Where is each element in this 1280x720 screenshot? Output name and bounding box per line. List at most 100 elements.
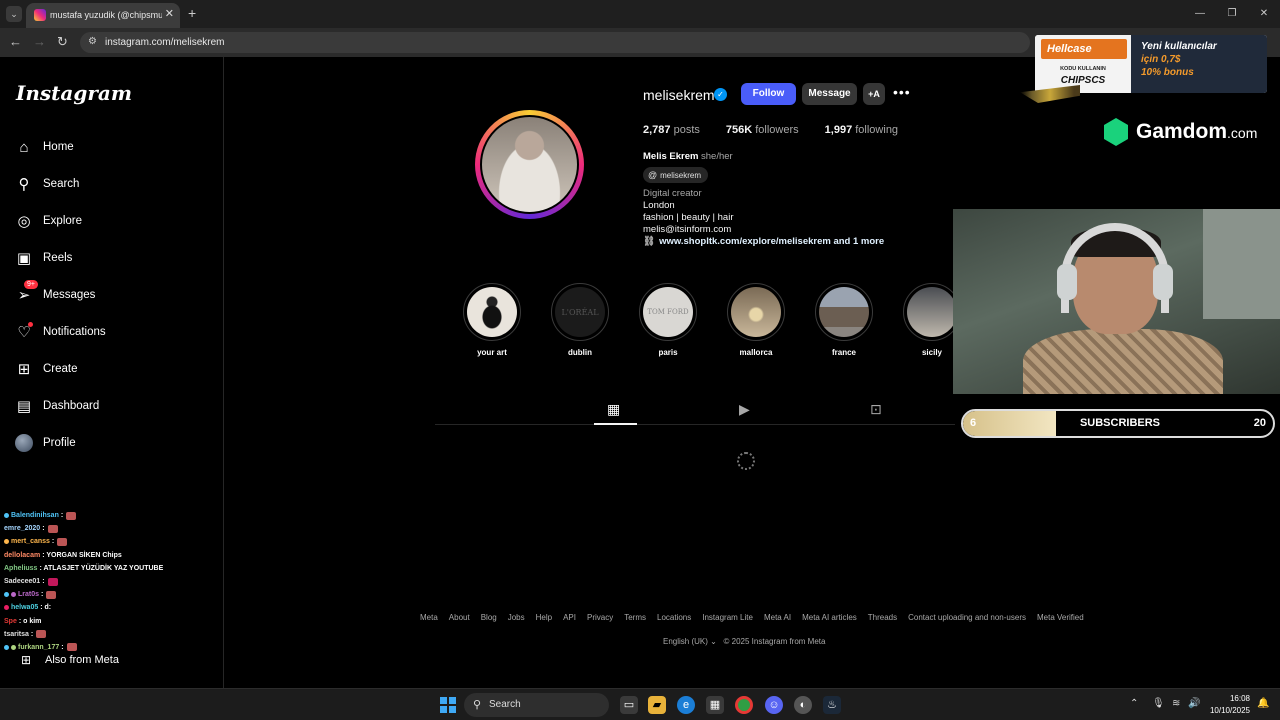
footer-link[interactable]: Meta Verified [1037, 613, 1084, 622]
webcam-person-body [1023, 329, 1223, 394]
close-window-icon[interactable]: ✕ [1248, 0, 1280, 28]
footer-link[interactable]: Threads [868, 613, 897, 622]
footer-link[interactable]: Privacy [587, 613, 613, 622]
microphone-icon[interactable]: 🎙 [1152, 698, 1165, 709]
sidebar-item-notifications[interactable]: ♡ Notifications [14, 320, 106, 344]
also-from-meta[interactable]: ⊞ Also from Meta [16, 650, 119, 670]
profile-picture-ring[interactable] [475, 110, 584, 219]
highlight-cover [467, 287, 517, 337]
sidebar-item-home[interactable]: ⌂ Home [14, 135, 73, 159]
highlight-paris[interactable]: TOM FORD paris [638, 283, 698, 357]
sidebar-item-search[interactable]: ⚲ Search [14, 172, 80, 196]
tab-list-button[interactable]: ⌄ [6, 6, 22, 22]
sidebar-item-profile[interactable]: Profile [14, 431, 76, 455]
footer-link[interactable]: Locations [657, 613, 691, 622]
sidebar-item-label: Dashboard [43, 400, 100, 412]
chevron-down-icon: ⌄ [710, 637, 720, 646]
followers-count[interactable]: 756K followers [726, 124, 799, 136]
footer-link[interactable]: Terms [624, 613, 646, 622]
chrome-icon[interactable] [735, 696, 753, 714]
message-button[interactable]: Message [802, 83, 857, 105]
browser-tab[interactable]: mustafa yuzudik (@chipsmusta ✕ [26, 3, 180, 28]
tab-tagged-icon[interactable]: ⊡ [870, 401, 882, 418]
footer-link[interactable]: Instagram Lite [702, 613, 753, 622]
windows-start-icon[interactable] [440, 697, 456, 713]
browser-tab-bar: ⌄ mustafa yuzudik (@chipsmusta ✕ + — ❐ ✕ [0, 0, 1280, 28]
following-count[interactable]: 1,997 following [825, 124, 898, 136]
sidebar-item-messages[interactable]: ➢ 9+ Messages [14, 280, 95, 307]
steam-icon[interactable]: ♨ [823, 696, 841, 714]
file-explorer-icon[interactable]: ▰ [648, 696, 666, 714]
footer-link[interactable]: Help [536, 613, 552, 622]
highlight-dublin[interactable]: L'ORÉAL dublin [550, 283, 610, 357]
highlight-your-art[interactable]: your art [462, 283, 522, 357]
follow-button[interactable]: Follow [741, 83, 796, 105]
bio-line: London [643, 200, 675, 211]
back-icon[interactable]: ← [9, 34, 22, 49]
loading-spinner-icon [737, 452, 755, 470]
footer-link[interactable]: Contact uploading and non-users [908, 613, 1026, 622]
wifi-icon[interactable]: ≋ [1172, 698, 1180, 709]
chat-line: Sadecee01: [2, 575, 222, 588]
sidebar-item-explore[interactable]: ◎ Explore [14, 209, 82, 233]
hellcase-ad-banner: Hellcase KODU KULLANIN CHIPSCS Yeni kull… [1035, 35, 1267, 93]
edge-browser-icon[interactable]: e [677, 696, 695, 714]
messenger-icon: ➢ 9+ [14, 280, 38, 305]
highlight-france[interactable]: france [814, 283, 874, 357]
profile-category: Digital creator [643, 188, 702, 199]
tab-posts-grid-icon[interactable]: ▦ [607, 401, 620, 418]
bio-link[interactable]: ⛓ www.shopltk.com/explore/melisekrem and … [643, 236, 884, 247]
chat-line: helwa05: d: [2, 601, 222, 614]
highlight-cover: TOM FORD [643, 287, 693, 337]
hellcase-offer-line: 10% bonus [1141, 67, 1194, 78]
language-select[interactable]: English (UK) [663, 637, 708, 646]
taskbar-search[interactable]: ⚲ Search [464, 693, 609, 717]
threads-badge[interactable]: @ melisekrem [643, 167, 709, 183]
chat-line: emre_2020: [2, 522, 222, 535]
bio-email: melis@itsinform.com [643, 224, 732, 235]
restore-icon[interactable]: ❐ [1216, 0, 1248, 28]
taskbar-clock[interactable]: 16:08 10/10/2025 [1210, 693, 1250, 717]
chat-line: Lrat0s: [2, 588, 222, 601]
footer-link[interactable]: Jobs [508, 613, 525, 622]
highlight-label: dublin [568, 348, 592, 357]
tab-close-icon[interactable]: ✕ [165, 7, 174, 20]
footer-link[interactable]: Blog [481, 613, 497, 622]
messages-badge: 9+ [24, 280, 38, 289]
sidebar-item-dashboard[interactable]: ▤ Dashboard [14, 394, 99, 418]
footer-link[interactable]: Meta AI articles [802, 613, 857, 622]
tray-chevron-icon[interactable]: ⌃ [1130, 698, 1138, 709]
headset-cup-left [1057, 264, 1077, 300]
highlight-mallorca[interactable]: mallorca [726, 283, 786, 357]
minimize-icon[interactable]: — [1184, 0, 1216, 28]
footer-link[interactable]: API [563, 613, 576, 622]
url-input[interactable]: ⚙ instagram.com/melisekrem [80, 32, 1030, 53]
forward-icon[interactable]: → [33, 34, 46, 49]
footer-link[interactable]: Meta [420, 613, 438, 622]
reels-icon: ▣ [16, 250, 32, 267]
search-icon: ⚲ [473, 699, 482, 711]
store-icon[interactable]: ▦ [706, 696, 724, 714]
reload-icon[interactable]: ↻ [57, 34, 68, 50]
site-info-icon[interactable]: ⚙ [88, 36, 97, 47]
volume-icon[interactable]: 🔊 [1188, 698, 1200, 709]
suggest-user-button[interactable]: +A [863, 83, 885, 105]
taskbar-search-label: Search [489, 699, 521, 710]
app-icon[interactable]: ◐ [794, 696, 812, 714]
tab-reels-icon[interactable]: ▶ [739, 401, 750, 418]
footer-link[interactable]: Meta AI [764, 613, 791, 622]
notification-center-icon[interactable]: 🔔 [1257, 698, 1269, 709]
sidebar-item-create[interactable]: ⊞ Create [14, 357, 78, 381]
webcam-background [1203, 209, 1280, 319]
active-tab-indicator [594, 423, 637, 425]
windows-taskbar: ⚲ Search ▭ ▰ e ▦ ☺ ◐ ♨ ⌃ 🎙 ≋ 🔊 16:08 10/… [0, 688, 1280, 720]
footer-link[interactable]: About [449, 613, 470, 622]
more-options-icon[interactable]: ••• [893, 84, 911, 100]
footer-bottom: English (UK) ⌄ © 2025 Instagram from Met… [663, 637, 825, 646]
instagram-logo[interactable]: Instagram [16, 81, 132, 105]
sidebar-item-reels[interactable]: ▣ Reels [14, 246, 73, 270]
new-tab-button[interactable]: + [188, 5, 196, 21]
chart-icon: ▤ [16, 398, 32, 415]
discord-icon[interactable]: ☺ [765, 696, 783, 714]
task-view-icon[interactable]: ▭ [620, 696, 638, 714]
